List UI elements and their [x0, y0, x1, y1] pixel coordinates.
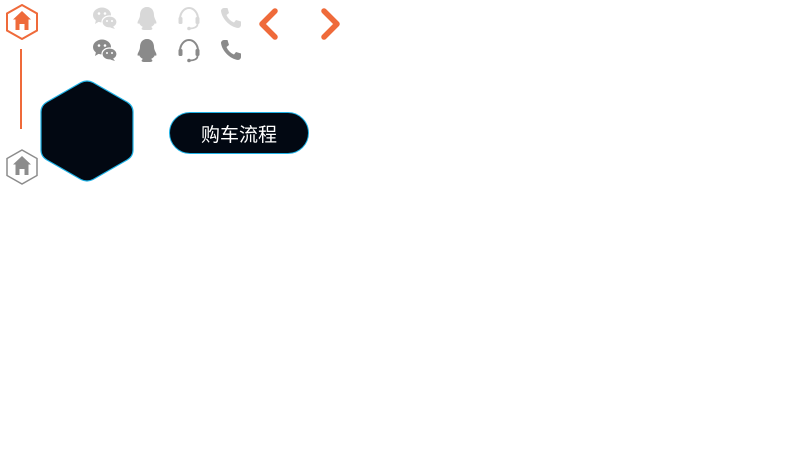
customer-service-icon[interactable]	[175, 36, 203, 64]
phone-icon[interactable]	[217, 36, 245, 64]
wechat-icon[interactable]	[91, 36, 119, 64]
home-active-icon[interactable]	[6, 4, 38, 40]
qq-icon[interactable]	[133, 36, 161, 64]
chevron-right-icon[interactable]	[318, 8, 344, 40]
purchase-process-button[interactable]: 购车流程	[169, 112, 309, 154]
phone-icon-light	[217, 4, 245, 32]
qq-icon-light	[133, 4, 161, 32]
purchase-process-label: 购车流程	[200, 123, 277, 146]
wechat-icon-light	[91, 4, 119, 32]
customer-service-icon-light	[175, 4, 203, 32]
nav-connector-line	[20, 49, 22, 129]
chevron-left-icon[interactable]	[255, 8, 281, 40]
dark-hexagon-shape	[38, 79, 136, 183]
home-inactive-icon[interactable]	[6, 149, 38, 185]
